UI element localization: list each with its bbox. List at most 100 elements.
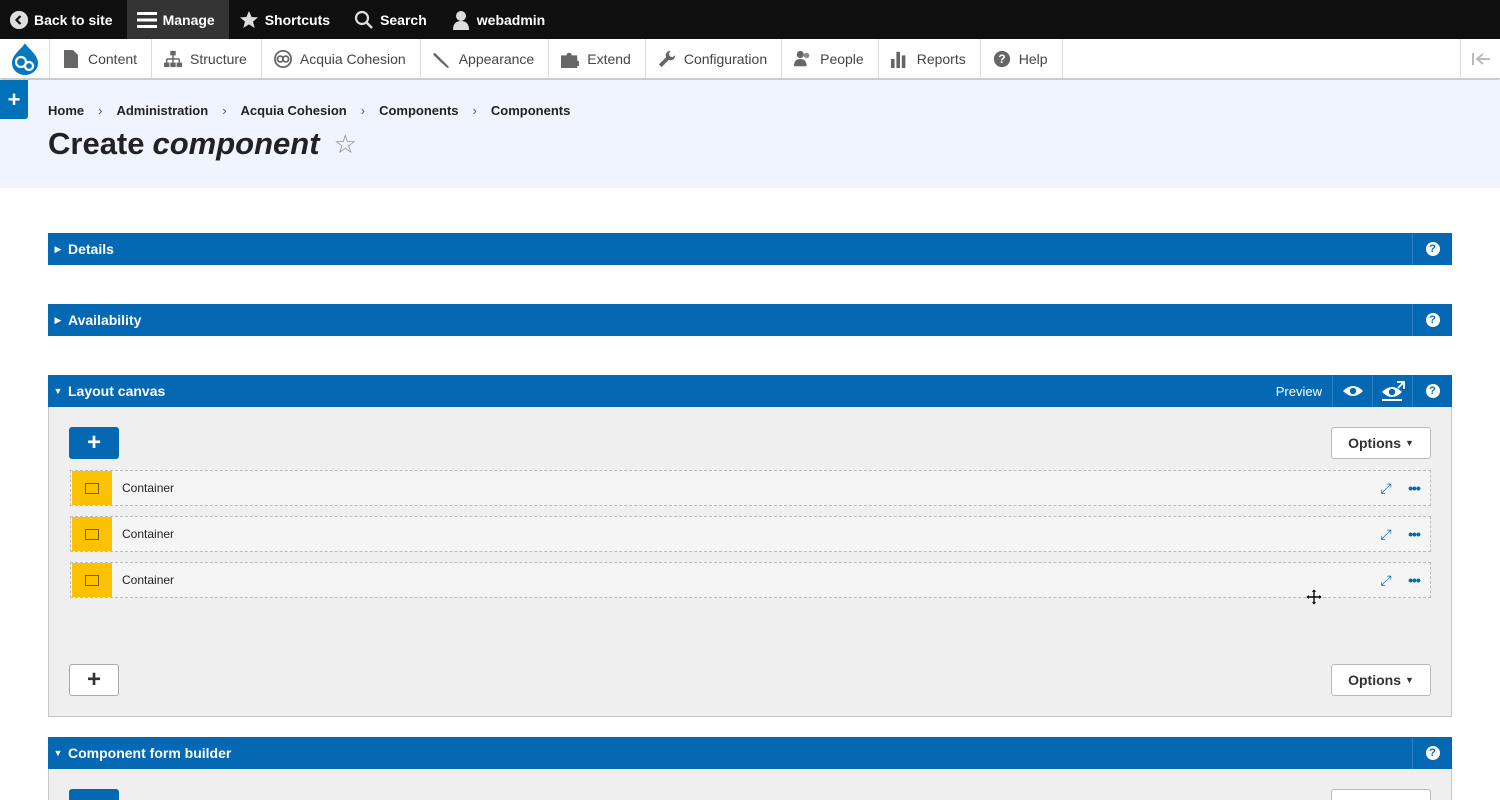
wrench-icon [658,50,676,68]
availability-panel-header[interactable]: ▶ Availability ? [48,304,1452,336]
breadcrumb-components[interactable]: Components [379,103,458,118]
breadcrumb-acquia-cohesion[interactable]: Acquia Cohesion [241,103,347,118]
search-tab[interactable]: Search [344,0,441,39]
eye-icon [1342,386,1363,396]
row-label: Container [122,573,175,587]
tray-item-structure-label: Structure [190,50,247,67]
canvas-options-bottom-button[interactable]: Options ▼ [1331,664,1431,696]
canvas-row[interactable]: Container ⤢ ••• [70,470,1431,506]
tray-item-help[interactable]: ? Help [981,39,1063,78]
tray-item-reports[interactable]: Reports [879,39,981,78]
availability-panel-title: Availability [68,312,142,328]
form-builder-add-button[interactable] [69,789,119,800]
caret-down-icon: ▼ [53,748,63,758]
container-icon [72,563,112,597]
caret-down-icon: ▼ [53,386,63,396]
expand-icon[interactable]: ⤢ [1372,480,1400,497]
breadcrumb-separator: › [98,103,103,118]
tray-item-content[interactable]: Content [50,39,153,78]
layout-canvas-help-button[interactable]: ? [1412,375,1452,407]
eye-external-icon [1381,381,1405,401]
add-shortcut-plus-button[interactable]: + [0,80,28,119]
page-title: Create component ☆ [48,126,357,162]
admin-tray: Content Structure Acquia Cohesion Appear… [0,39,1500,79]
collapse-tray-button[interactable] [1460,39,1500,78]
help-icon: ? [1425,384,1440,398]
shortcuts-tab[interactable]: Shortcuts [229,0,344,39]
canvas-row[interactable]: Container ⤢ ••• [70,516,1431,552]
more-options-icon[interactable]: ••• [1400,480,1428,496]
preview-eye-button[interactable] [1332,375,1372,407]
page-title-emphasis: component [152,126,320,161]
manage-label: Manage [162,11,215,28]
tray-item-extend-label: Extend [587,50,631,67]
details-panel-header[interactable]: ▶ Details ? [48,233,1452,265]
details-help-button[interactable]: ? [1412,233,1452,265]
tray-item-structure[interactable]: Structure [152,39,262,78]
details-panel-title: Details [68,241,114,257]
caret-down-icon: ▼ [1404,675,1414,685]
canvas-row[interactable]: Container ⤢ ••• [70,562,1431,598]
search-icon [354,10,374,30]
user-icon [451,10,471,30]
more-options-icon[interactable]: ••• [1400,526,1428,542]
breadcrumb-separator: › [222,103,227,118]
tray-spacer [1063,39,1460,78]
form-builder-canvas [48,769,1452,800]
user-label: webadmin [476,11,546,28]
page-header: Home › Administration › Acquia Cohesion … [0,80,1500,188]
tray-item-extend[interactable]: Extend [549,39,646,78]
manage-tab[interactable]: Manage [126,0,229,39]
help-icon: ? [993,50,1011,68]
add-element-button[interactable]: + [69,427,119,459]
expand-icon[interactable]: ⤢ [1372,526,1400,543]
preview-new-window-button[interactable] [1372,375,1412,407]
shortcut-star-icon[interactable]: ☆ [334,129,357,160]
bar-chart-icon [890,50,909,68]
tray-item-content-label: Content [88,50,138,67]
star-icon [239,10,259,30]
caret-right-icon: ▶ [54,314,62,325]
tray-item-people[interactable]: People [782,39,879,78]
breadcrumb-components-current[interactable]: Components [491,103,570,118]
search-label: Search [380,11,427,28]
expand-icon[interactable]: ⤢ [1372,572,1400,589]
puzzle-icon [561,50,580,68]
sitemap-icon [164,50,183,68]
caret-down-icon: ▼ [1404,438,1414,448]
tray-item-acquia-cohesion-label: Acquia Cohesion [299,50,406,67]
row-label: Container [122,481,175,495]
move-cursor-icon [1306,589,1322,605]
canvas-options-button[interactable]: Options ▼ [1331,427,1431,459]
tray-item-configuration[interactable]: Configuration [646,39,783,78]
form-builder-panel-header[interactable]: ▼ Component form builder ? [48,737,1452,769]
tray-item-appearance-label: Appearance [458,50,535,67]
breadcrumb-home[interactable]: Home [48,103,84,118]
svg-text:?: ? [998,53,1005,66]
tray-item-acquia-cohesion[interactable]: Acquia Cohesion [262,39,421,78]
more-options-icon[interactable]: ••• [1400,572,1428,588]
help-icon: ? [1425,746,1440,760]
tray-item-appearance[interactable]: Appearance [421,39,550,78]
help-icon: ? [1425,242,1440,256]
tray-item-reports-label: Reports [916,50,966,67]
caret-right-icon: ▶ [54,243,62,254]
breadcrumb-separator: › [360,103,366,118]
availability-help-button[interactable]: ? [1412,304,1452,336]
add-element-bottom-button[interactable]: + [69,664,119,696]
container-icon [72,517,112,551]
breadcrumb: Home › Administration › Acquia Cohesion … [48,103,570,118]
form-builder-panel-title: Component form builder [68,745,232,761]
brush-icon [432,50,451,68]
admin-toolbar: Back to site Manage Shortcuts Search web… [0,0,1500,39]
hamburger-icon [136,10,157,30]
form-builder-help-button[interactable]: ? [1412,737,1452,769]
layout-canvas-panel-header[interactable]: ▼ Layout canvas Preview ? [48,375,1452,407]
drupal-logo-icon[interactable] [0,39,50,78]
back-to-site-link[interactable]: Back to site [0,0,127,39]
form-builder-options-button[interactable] [1331,789,1431,800]
cohesion-icon [273,49,292,68]
breadcrumb-administration[interactable]: Administration [116,103,208,118]
page-title-prefix: Create [48,126,145,161]
user-tab[interactable]: webadmin [441,0,559,39]
